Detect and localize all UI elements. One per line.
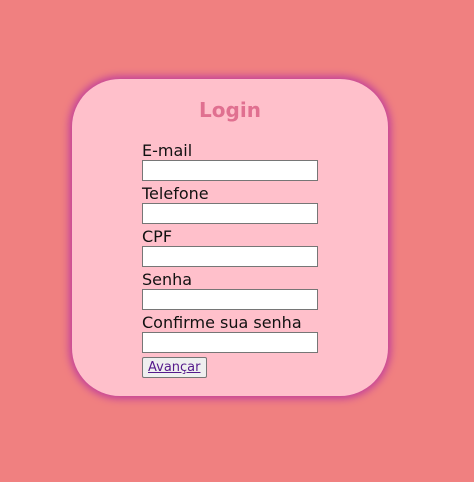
phone-label: Telefone [142, 184, 209, 203]
login-form: E-mail Telefone CPF Senha Confirme sua s… [142, 141, 322, 378]
cpf-field[interactable] [142, 246, 318, 267]
email-label: E-mail [142, 141, 193, 160]
confirm-password-field[interactable] [142, 332, 318, 353]
password-field[interactable] [142, 289, 318, 310]
phone-field[interactable] [142, 203, 318, 224]
login-title: Login [199, 98, 261, 122]
email-field[interactable] [142, 160, 318, 181]
cpf-label: CPF [142, 227, 173, 246]
advance-button[interactable]: Avançar [142, 357, 207, 378]
password-label: Senha [142, 270, 193, 289]
login-card: Login E-mail Telefone CPF Senha Confirme… [72, 79, 388, 396]
confirm-password-label: Confirme sua senha [142, 313, 302, 332]
